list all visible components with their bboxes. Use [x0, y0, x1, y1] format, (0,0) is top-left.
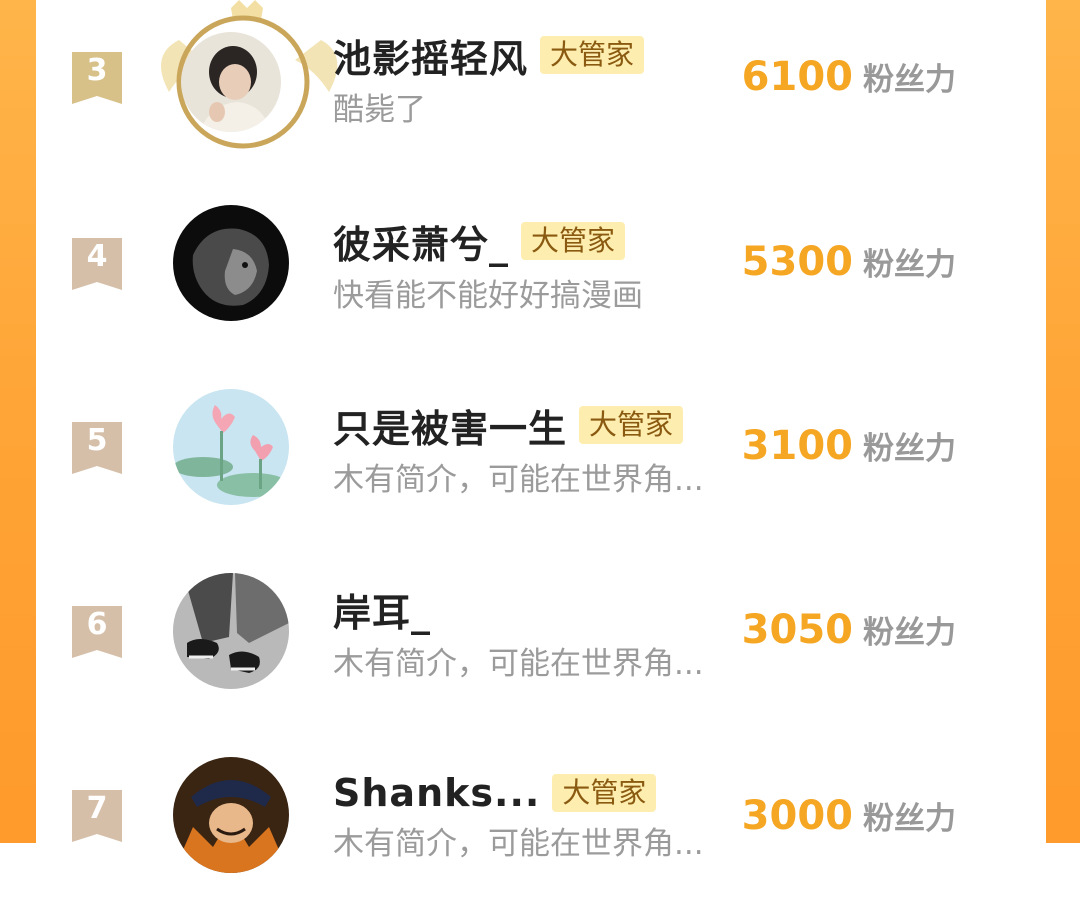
user-bio: 木有简介，可能在世界角... [333, 462, 704, 498]
fan-power-label: 粉丝力 [863, 801, 956, 837]
role-badge: 大管家 [552, 774, 657, 812]
ranking-list-panel: 3 池影摇轻风 大管家 酷毙了 6100 粉丝力 4 彼采萧兮_ 大管家 快看能… [36, 0, 1046, 873]
user-name[interactable]: 彼采萧兮_ [333, 214, 509, 269]
rank-number: 6 [86, 607, 108, 642]
avatar[interactable] [173, 205, 289, 321]
list-item[interactable]: 6 岸耳_ 木有简介，可能在世界角... 3050 粉丝力 [36, 552, 1046, 736]
fan-power-score: 3000 [741, 793, 853, 839]
role-badge: 大管家 [521, 222, 626, 260]
user-name[interactable]: Shanks... [333, 771, 540, 815]
list-item[interactable]: 4 彼采萧兮_ 大管家 快看能不能好好搞漫画 5300 粉丝力 [36, 184, 1046, 368]
avatar[interactable] [173, 757, 289, 873]
fan-power-label: 粉丝力 [863, 247, 956, 283]
user-bio: 木有简介，可能在世界角... [333, 646, 704, 682]
list-item[interactable]: 5 只是被害一生 大管家 木有简介，可能在世界角... 3100 粉丝力 [36, 368, 1046, 552]
fan-power-score: 6100 [741, 54, 853, 100]
rank-ribbon: 4 [72, 238, 122, 290]
avatar[interactable] [161, 0, 338, 149]
right-orange-border [1046, 0, 1080, 843]
list-item[interactable]: 3 池影摇轻风 大管家 酷毙了 6100 粉丝力 [36, 0, 1046, 184]
left-orange-border [0, 0, 36, 843]
fan-power-label: 粉丝力 [863, 431, 956, 467]
role-badge: 大管家 [540, 36, 645, 74]
avatar[interactable] [173, 389, 289, 505]
user-name[interactable]: 池影摇轻风 [333, 28, 528, 83]
list-item[interactable]: 7 Shanks... 大管家 木有简介，可能在世界角... 3000 粉丝力 [36, 736, 1046, 920]
rank-number: 5 [86, 423, 108, 458]
rank-number: 3 [86, 53, 108, 88]
user-name[interactable]: 岸耳_ [333, 582, 431, 637]
rank-ribbon: 3 [72, 52, 122, 104]
user-bio: 快看能不能好好搞漫画 [333, 278, 643, 314]
rank-ribbon: 6 [72, 606, 122, 658]
avatar[interactable] [173, 573, 289, 689]
fan-power-score: 3050 [741, 607, 853, 653]
user-bio: 酷毙了 [333, 92, 426, 128]
rank-number: 7 [86, 791, 108, 826]
rank-ribbon: 5 [72, 422, 122, 474]
fan-power-label: 粉丝力 [863, 62, 956, 98]
role-badge: 大管家 [579, 406, 684, 444]
fan-power-score: 5300 [741, 239, 853, 285]
user-bio: 木有简介，可能在世界角... [333, 826, 704, 862]
rank-number: 4 [86, 239, 108, 274]
user-name[interactable]: 只是被害一生 [333, 398, 567, 453]
fan-power-label: 粉丝力 [863, 615, 956, 651]
rank-ribbon: 7 [72, 790, 122, 842]
fan-power-score: 3100 [741, 423, 853, 469]
